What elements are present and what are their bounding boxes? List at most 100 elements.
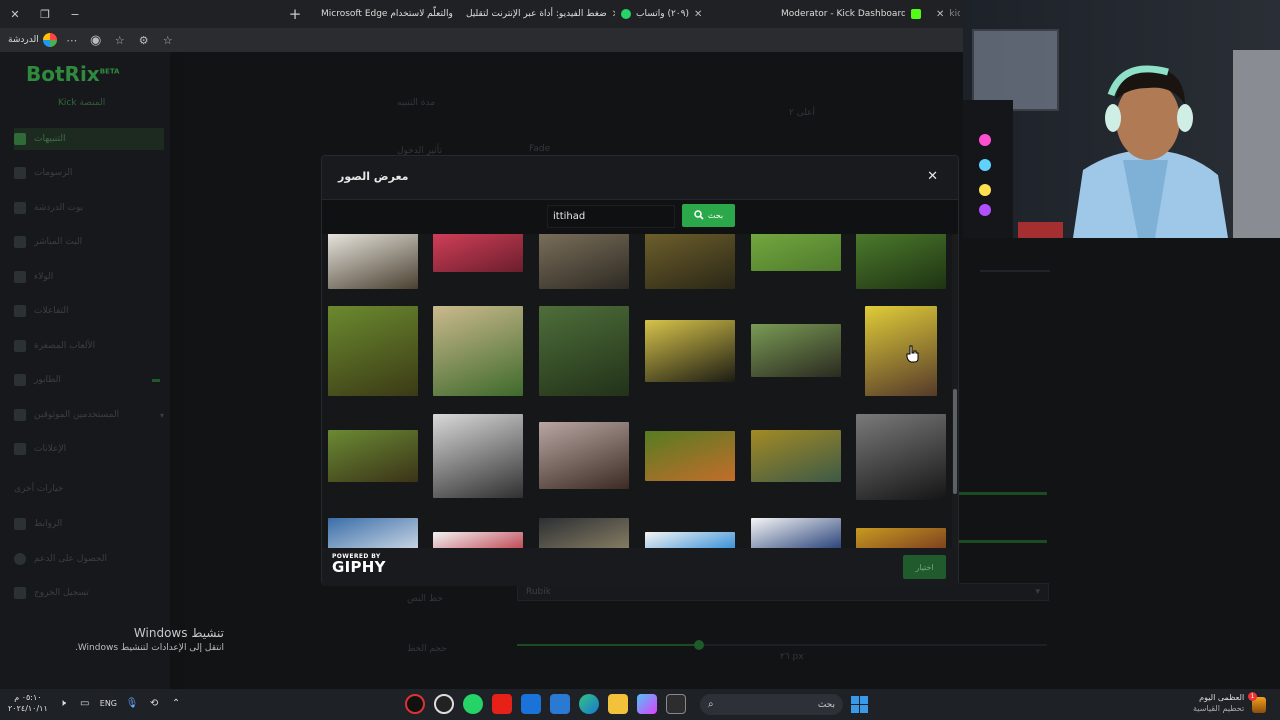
restore-window-icon[interactable]: ❐ [30, 0, 60, 28]
gif-thumbnail[interactable] [539, 306, 629, 396]
gif-thumbnail[interactable] [751, 324, 841, 377]
notification-badge: 1 [1248, 692, 1257, 701]
interactions-icon [14, 305, 26, 317]
gif-thumbnail[interactable] [645, 320, 735, 382]
gif-thumbnail[interactable] [645, 234, 735, 289]
close-window-icon[interactable]: ✕ [0, 0, 30, 28]
sidebar-item-live[interactable]: البث المباشر [14, 231, 164, 253]
gif-thumbnail[interactable] [751, 234, 841, 271]
volume-icon[interactable]: 🕨 [56, 696, 70, 710]
sidebar-item-alerts[interactable]: التنبيهات [14, 128, 164, 150]
gif-thumbnail[interactable] [539, 422, 629, 489]
close-icon[interactable]: ✕ [936, 9, 944, 20]
gif-thumbnail[interactable] [856, 234, 946, 289]
tab-kick-1[interactable]: ✕ kick [930, 0, 960, 28]
sidebar-item-queue[interactable]: الطابور [14, 369, 164, 391]
tab-kick-2[interactable] [905, 0, 930, 28]
close-icon[interactable]: ✕ [694, 9, 702, 20]
gif-thumbnail[interactable] [539, 234, 629, 289]
news-title: العظمى اليوم [1199, 693, 1245, 702]
chevron-up-icon[interactable]: ⌃ [169, 696, 183, 710]
outlook-icon[interactable] [521, 694, 541, 714]
sync-icon[interactable]: ⟲ [147, 696, 161, 710]
sidebar-item-support[interactable]: الحصول على الدعم [14, 548, 164, 570]
tab-label: ضغط الفيديو: أداة عبر الإنترنت لتقليل [466, 9, 607, 19]
news-widget[interactable]: العظمى اليوم تحطيم القياسية [1193, 692, 1244, 714]
gif-thumbnail[interactable] [433, 532, 523, 548]
favorites-icon[interactable]: ☆ [111, 34, 129, 47]
store-icon[interactable] [550, 694, 570, 714]
gif-thumbnail[interactable] [433, 414, 523, 498]
tab-kick-moderator[interactable]: Moderator - Kick Dashboard [775, 0, 905, 28]
network-icon[interactable]: ▭ [78, 696, 92, 710]
sidebar-item-interactions[interactable]: التفاعلات [14, 300, 164, 322]
app-icon[interactable] [434, 694, 454, 714]
gif-thumbnail[interactable] [539, 518, 629, 548]
account-icon[interactable]: ◉ [87, 33, 105, 48]
sidebar-item-loyalty[interactable]: الولاء [14, 266, 164, 288]
language-indicator[interactable]: ENG [100, 699, 117, 708]
gif-thumbnail[interactable] [328, 234, 418, 289]
clock[interactable]: ٠٥:١٠ م ٢٠٢٤/١٠/١١ [8, 692, 48, 714]
taskbar-search-label: بحث [817, 699, 835, 710]
close-icon[interactable]: ✕ [927, 169, 938, 184]
gif-thumbnail[interactable] [645, 431, 735, 481]
extensions-icon[interactable]: ⚙ [135, 34, 153, 47]
sidebar-item-minigames[interactable]: الألعاب المصغرة [14, 335, 164, 357]
gif-thumbnail[interactable] [751, 430, 841, 482]
choose-button[interactable]: اختيار [903, 555, 946, 579]
gif-thumbnail[interactable] [645, 532, 735, 548]
sidebar-item-links[interactable]: الروابط [14, 513, 164, 535]
copilot-icon[interactable] [42, 33, 57, 47]
gif-thumbnail[interactable] [856, 528, 946, 548]
profile-button[interactable]: الدردشة [8, 33, 57, 47]
tab-whatsapp[interactable]: (٢٠٩) واتساب ✕ [615, 0, 775, 28]
divider [980, 270, 1050, 272]
logo-badge: BETA [99, 67, 120, 76]
gif-thumbnail[interactable] [328, 306, 418, 396]
more-options-icon[interactable]: ⋯ [63, 34, 81, 47]
taskbar-search[interactable]: ⌕ بحث [700, 694, 843, 715]
add-favorite-icon[interactable]: ☆ [159, 34, 177, 47]
gif-grid-scrollbar[interactable] [952, 234, 958, 548]
new-tab-icon[interactable]: + [280, 0, 310, 28]
sidebar-item-chatbot[interactable]: بوت الدردشة [14, 197, 164, 219]
taskbar-apps [405, 694, 686, 714]
font-size-slider-thumb[interactable] [694, 640, 704, 650]
media-app-icon[interactable] [637, 694, 657, 714]
gif-thumbnail[interactable] [328, 430, 418, 482]
edge-icon[interactable] [579, 694, 599, 714]
botrix-logo[interactable]: BotRixBETA [26, 62, 119, 86]
sidebar-item-widgets[interactable]: الرسومات [14, 162, 164, 184]
trophy-icon [14, 271, 26, 283]
gif-thumbnail[interactable] [856, 414, 946, 500]
media-player-icon[interactable] [405, 694, 425, 714]
sidebar-item-ads[interactable]: الإعلانات [14, 438, 164, 460]
gif-thumbnail[interactable] [865, 306, 937, 396]
gif-thumbnail[interactable] [433, 306, 523, 396]
start-button-icon[interactable] [851, 696, 868, 713]
clock-date: ٢٠٢٤/١٠/١١ [8, 704, 48, 713]
youtube-icon[interactable] [492, 694, 512, 714]
tab-video-compress[interactable]: ضغط الفيديو: أداة عبر الإنترنت لتقليل ✕ [455, 0, 615, 28]
sidebar-item-logout[interactable]: تسجيل الخروج [14, 582, 164, 604]
form-label: مدة التنبيه [397, 98, 436, 108]
tab-edge-help[interactable]: المساعدة والتعلّم لاستخدام Microsoft Edg… [310, 0, 455, 28]
modal-footer: POWERED BY GIPHY اختيار [322, 548, 958, 586]
gif-thumbnail[interactable] [328, 518, 418, 548]
gif-thumbnail[interactable] [751, 518, 841, 548]
sidebar-item-label: الطابور [34, 375, 61, 385]
sidebar-item-label: الولاء [34, 272, 54, 282]
scrollbar-thumb[interactable] [953, 389, 957, 494]
gif-search-input[interactable] [547, 205, 675, 228]
search-button[interactable]: بحث [682, 204, 735, 227]
minimize-window-icon[interactable]: − [60, 0, 90, 28]
microphone-icon[interactable]: 🎙 [125, 696, 139, 710]
sidebar-item-trusted-users[interactable]: المستخدمين الموثوقين ▾ [14, 404, 164, 426]
file-explorer-icon[interactable] [608, 694, 628, 714]
gif-thumbnail[interactable] [433, 234, 523, 272]
terminal-icon[interactable] [666, 694, 686, 714]
whatsapp-icon[interactable] [463, 694, 483, 714]
platform-selector[interactable]: المنصة Kick [58, 98, 105, 108]
form-label: خط النص [407, 594, 443, 604]
